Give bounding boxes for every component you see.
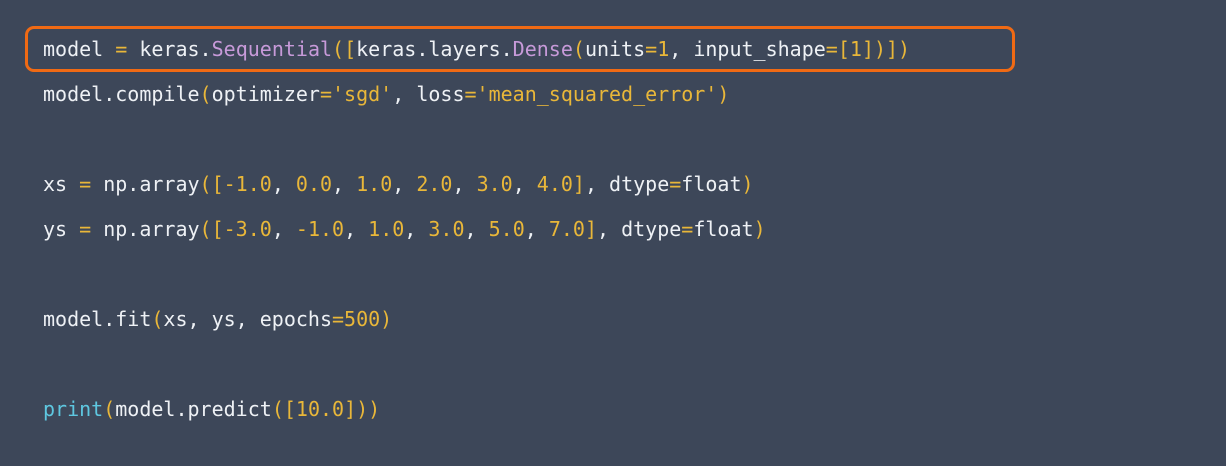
code-panel: model = keras.Sequential([keras.layers.D… xyxy=(0,0,1226,466)
code-token: , xyxy=(271,217,296,241)
code-token: ( xyxy=(103,397,116,421)
code-token: , xyxy=(524,217,549,241)
code-token: 3.0 xyxy=(476,172,513,196)
code-token: 1.0 xyxy=(368,217,405,241)
code-token: float xyxy=(693,217,754,241)
code-token: ) xyxy=(753,217,766,241)
code-token: optimizer xyxy=(211,82,320,106)
code-token: float xyxy=(681,172,742,196)
code-token: , xyxy=(332,172,357,196)
code-token: ) xyxy=(717,82,730,106)
code-token: np.array xyxy=(91,217,200,241)
code-token: = xyxy=(825,37,838,61)
code-token: ])) xyxy=(344,397,381,421)
code-token: ) xyxy=(380,307,393,331)
code-line-model-compile: model.compile(optimizer='sgd', loss='mea… xyxy=(43,78,729,110)
code-token: xs, ys, epochs xyxy=(163,307,332,331)
code-token: [ xyxy=(837,37,850,61)
code-line-ys-array: ys = np.array([-3.0, -1.0, 1.0, 3.0, 5.0… xyxy=(43,213,766,245)
code-token: -3.0 xyxy=(223,217,272,241)
code-token: , input_shape xyxy=(669,37,826,61)
code-token: np.array xyxy=(91,172,200,196)
code-token: , xyxy=(271,172,296,196)
code-token: 3.0 xyxy=(428,217,465,241)
code-token: 2.0 xyxy=(416,172,453,196)
code-token: ([ xyxy=(332,37,357,61)
code-token: = xyxy=(464,82,477,106)
code-token: model.fit xyxy=(43,307,152,331)
code-token: , xyxy=(392,172,417,196)
code-line-model-fit: model.fit(xs, ys, epochs=500) xyxy=(43,303,392,335)
code-token: 7.0 xyxy=(548,217,585,241)
code-token: , xyxy=(464,217,489,241)
code-token: = xyxy=(319,82,333,106)
code-token: = xyxy=(669,172,682,196)
code-token: 5.0 xyxy=(488,217,525,241)
code-token: 0.0 xyxy=(295,172,333,196)
code-line-model-definition: model = keras.Sequential([keras.layers.D… xyxy=(43,33,910,65)
code-token: keras. xyxy=(127,37,212,61)
code-token: -1.0 xyxy=(295,217,345,241)
code-token: model xyxy=(43,37,104,61)
code-token: keras.layers. xyxy=(356,37,513,61)
code-token: ([ xyxy=(199,217,224,241)
code-token: , xyxy=(344,217,369,241)
code-token: 'mean_squared_error' xyxy=(476,82,718,106)
code-token: = xyxy=(79,172,92,196)
code-token: model.compile xyxy=(43,82,200,106)
code-token: = xyxy=(645,37,658,61)
code-token: ])]) xyxy=(861,37,911,61)
code-token: 500 xyxy=(344,307,381,331)
code-token: xs xyxy=(43,172,80,196)
code-token: 'sgd' xyxy=(332,82,393,106)
code-token: ] xyxy=(584,217,597,241)
code-line-print-predict: print(model.predict([10.0])) xyxy=(43,393,380,425)
code-token: -1.0 xyxy=(223,172,272,196)
code-token: ys xyxy=(43,217,80,241)
code-token: Dense xyxy=(512,37,573,61)
code-token: 1 xyxy=(657,37,670,61)
code-token: , xyxy=(512,172,537,196)
code-token: = xyxy=(79,217,92,241)
code-token: print xyxy=(43,397,104,421)
code-token: , xyxy=(452,172,477,196)
code-token: , dtype xyxy=(597,217,682,241)
code-token: Sequential xyxy=(211,37,333,61)
code-token: 1.0 xyxy=(356,172,393,196)
code-token: 4.0 xyxy=(536,172,573,196)
code-token: ] xyxy=(572,172,585,196)
code-token: 1 xyxy=(849,37,862,61)
code-token: , loss xyxy=(392,82,465,106)
code-token: 10.0 xyxy=(295,397,345,421)
code-token: model.predict xyxy=(115,397,272,421)
code-token: ( xyxy=(572,37,585,61)
code-token: ([ xyxy=(199,172,224,196)
code-token: = xyxy=(681,217,694,241)
code-token: , xyxy=(404,217,429,241)
code-token: = xyxy=(332,307,345,331)
code-token: ( xyxy=(199,82,212,106)
code-line-xs-array: xs = np.array([-1.0, 0.0, 1.0, 2.0, 3.0,… xyxy=(43,168,754,200)
code-token: units xyxy=(584,37,646,61)
code-token: ) xyxy=(741,172,754,196)
code-token: ( xyxy=(151,307,164,331)
code-token: , dtype xyxy=(584,172,670,196)
code-token: = xyxy=(115,37,128,61)
code-token: ([ xyxy=(271,397,296,421)
